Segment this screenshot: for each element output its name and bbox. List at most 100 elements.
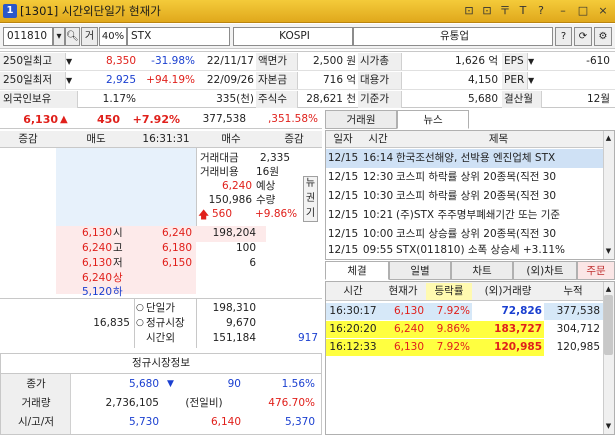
col-ask: 매도: [86, 133, 106, 145]
search-icon[interactable]: 🔍︎: [65, 27, 80, 46]
regular-volume: 2,736,105: [105, 397, 159, 409]
dropdown-icon[interactable]: ▼: [66, 53, 78, 70]
tab-order[interactable]: 주문: [577, 261, 615, 280]
total-ask: 16,835: [93, 317, 130, 329]
dropdown-icon[interactable]: ▼: [528, 72, 540, 89]
bid-qty-3: 6: [249, 257, 256, 269]
tack-icon[interactable]: 〒: [498, 4, 512, 18]
label-eps: EPS: [502, 53, 528, 70]
maximize-icon[interactable]: □: [576, 4, 590, 18]
window-number-icon: 1: [3, 4, 17, 18]
font-icon[interactable]: T: [516, 4, 530, 18]
dropdown-icon[interactable]: ▼: [66, 72, 78, 89]
news-col-time: 시간: [368, 133, 388, 145]
news-col-title: 제목: [488, 133, 509, 145]
stock-code-input[interactable]: 011810: [3, 27, 53, 46]
pin-icon[interactable]: ⊡: [480, 4, 494, 18]
regular-market-panel: 정규시장정보 종가 5,680 ▼ 90 1.56% 거래량 2,736,105…: [0, 353, 322, 435]
mode-toggle[interactable]: 거: [81, 27, 98, 46]
label-per: PER: [502, 72, 528, 89]
tab-chart[interactable]: 차트: [451, 261, 513, 280]
refresh-icon[interactable]: ⟳: [574, 27, 592, 46]
execution-panel: 체결 일별 차트 (외)차트 주문 시간 현재가 등락률 (외)거래량 누적 1…: [325, 261, 615, 435]
side-tab-news[interactable]: 뉴: [303, 176, 318, 191]
news-panel: 거래원 뉴스 일자 시간 제목 12/15 16:14 한국조선해양, 선박용 엔진…: [325, 110, 615, 260]
total-bid: 917: [297, 332, 318, 344]
tick-price: 6,130: [393, 305, 424, 317]
tab-execution[interactable]: 체결: [325, 261, 389, 280]
scroll-thumb[interactable]: [604, 295, 613, 355]
trade-cost-label: 거래비용: [200, 166, 239, 178]
help-button[interactable]: ?: [555, 27, 572, 46]
tab-ext-chart[interactable]: (외)차트: [513, 261, 577, 280]
bid-qty-1: 198,204: [212, 227, 256, 239]
single-price-label: 단일가: [146, 302, 175, 314]
tab-daily[interactable]: 일별: [389, 261, 451, 280]
label-capital: 자본금: [256, 72, 298, 89]
scroll-up-icon[interactable]: ▲: [603, 282, 614, 297]
low-label: 저: [113, 257, 123, 269]
side-tab-etc[interactable]: 기: [303, 206, 318, 221]
expected-price: 6,240: [221, 180, 252, 192]
news-row[interactable]: 12/15 10:30 코스피 하락률 상위 20종목(직전 30: [326, 187, 603, 206]
news-col-date: 일자: [333, 133, 353, 145]
tick-cumulative: 120,985: [556, 341, 600, 353]
scroll-down-icon[interactable]: ▼: [603, 419, 614, 434]
regular-market-title: 정규시장정보: [132, 357, 190, 369]
code-dropdown-icon[interactable]: ▾: [53, 27, 65, 46]
tick-col-cumulative: 누적: [563, 285, 583, 297]
after-hours-value: 151,184: [212, 332, 256, 344]
label-shares: 주식수: [256, 91, 298, 108]
tab-news[interactable]: 뉴스: [397, 110, 469, 129]
orderbook-time: 16:31:31: [142, 133, 190, 145]
high-date: 22/11/17: [206, 55, 254, 67]
close-change: 90: [227, 378, 241, 390]
regular-market-value: 9,670: [225, 317, 256, 329]
expected-qty-label: 수량: [256, 194, 276, 206]
radio-icon[interactable]: ○: [136, 316, 146, 331]
news-row[interactable]: 12/15 09:55 STX(011810) 소폭 상승세 +3.11%: [326, 241, 603, 260]
tick-pct: 7.92%: [436, 341, 470, 353]
col-change: 증감: [18, 133, 38, 145]
low-price: 2,925: [105, 74, 136, 86]
close-pct: 1.56%: [281, 378, 315, 390]
close-icon[interactable]: ×: [596, 4, 610, 18]
news-row[interactable]: 12/15 10:21 (주)STX 주주명부폐쇄기간 또는 기준: [326, 206, 603, 225]
low-date: 22/09/26: [206, 74, 254, 86]
low-price-day: 6,130: [81, 257, 112, 269]
ratio-box[interactable]: 40%: [99, 27, 127, 46]
expected-pct: +9.86%: [255, 208, 298, 220]
market-field: KOSPI: [233, 27, 353, 46]
trade-amount-label: 거래대금: [200, 152, 239, 164]
bid-price-3: 6,150: [161, 257, 192, 269]
news-scrollbar[interactable]: [603, 131, 614, 259]
label-par: 액면가: [256, 53, 298, 70]
volume-label: 거래량: [21, 397, 51, 409]
news-row[interactable]: 12/15 16:14 한국조선해양, 선박용 엔진업체 STX: [326, 149, 603, 168]
tick-pct: 7.92%: [436, 305, 470, 317]
tick-time: 16:20:20: [329, 323, 377, 335]
side-tab-rights[interactable]: 권: [303, 191, 318, 206]
tab-broker[interactable]: 거래원: [325, 110, 397, 129]
bid-price-2: 6,180: [161, 242, 192, 254]
base-value: 5,680: [467, 93, 498, 105]
low-value: 5,370: [284, 416, 315, 428]
dropdown-icon[interactable]: ▼: [528, 53, 540, 70]
substitute-value: 4,150: [467, 74, 498, 86]
par-value: 2,500 원: [312, 55, 356, 67]
scroll-down-icon[interactable]: ▼: [603, 244, 614, 259]
stock-info-grid: 250일최고 ▼ 8,350 -31.98% 22/11/17 액면가 2,50…: [0, 51, 615, 108]
help-icon[interactable]: ?: [534, 4, 548, 18]
high-label: 고: [113, 242, 123, 254]
minimize-icon[interactable]: –: [556, 4, 570, 18]
news-row[interactable]: 12/15 12:30 코스피 하락률 상위 20종목(직전 30: [326, 168, 603, 187]
scroll-up-icon[interactable]: ▲: [603, 131, 614, 146]
trade-cost: 16원: [256, 166, 280, 178]
link-icon[interactable]: ⊡: [462, 4, 476, 18]
stock-name-field[interactable]: STX: [127, 27, 230, 46]
tick-time: 16:30:17: [329, 305, 377, 317]
tick-price: 6,130: [393, 341, 424, 353]
gear-icon[interactable]: ⚙: [594, 27, 612, 46]
radio-icon[interactable]: ○: [136, 301, 146, 316]
high-pct: -31.98%: [151, 55, 195, 67]
